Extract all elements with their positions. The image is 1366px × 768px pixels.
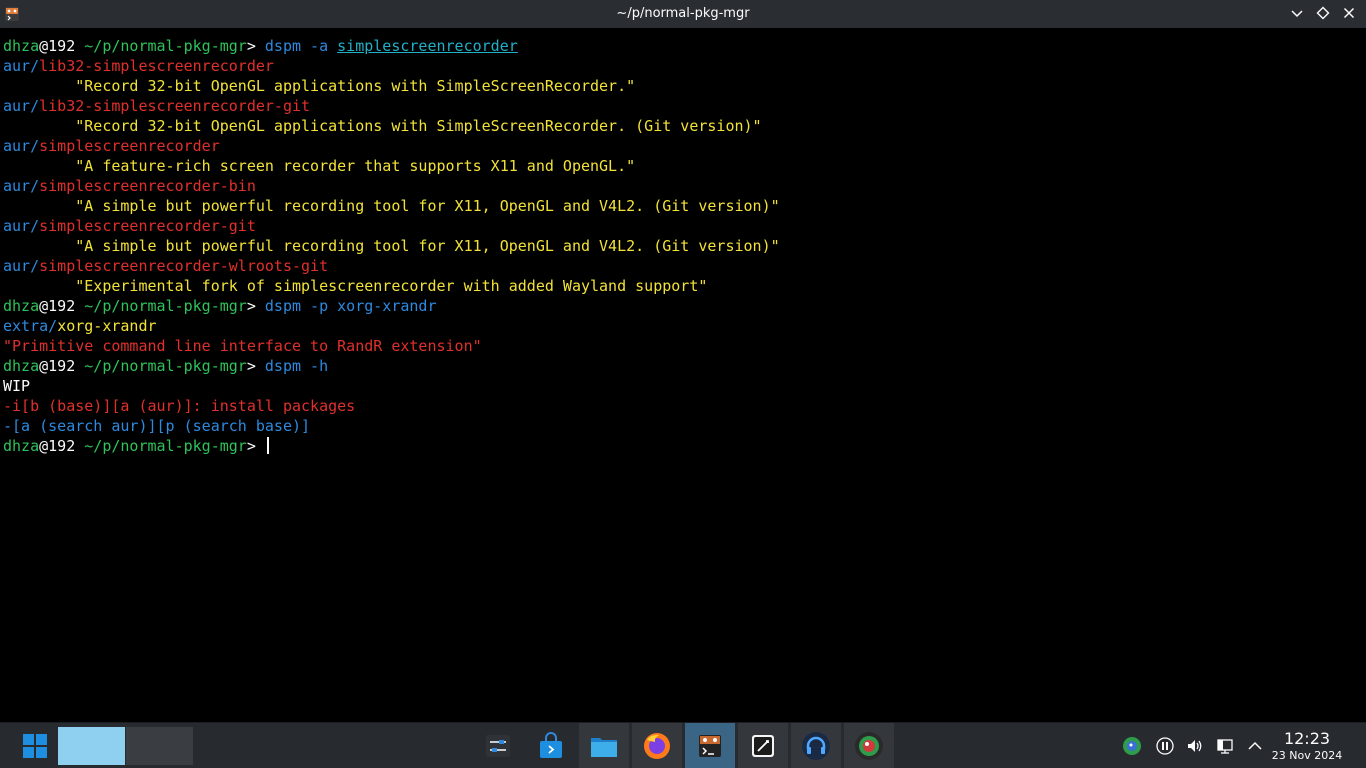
terminal-text-segment: > — [246, 37, 265, 55]
terminal-text-segment: ~/p/normal-pkg-mgr — [84, 297, 247, 315]
system-settings-icon[interactable] — [473, 723, 523, 768]
terminal-text-segment: dhza — [3, 357, 40, 375]
terminal-line: "Record 32-bit OpenGL applications with … — [0, 116, 1366, 136]
text-cursor — [266, 437, 269, 454]
terminal-text-segment: dhza — [3, 437, 40, 455]
terminal-text-segment: @192 — [39, 37, 85, 55]
terminal-text-segment: "A simple but powerful recording tool fo… — [3, 237, 780, 255]
terminal-text-segment: simplescreenrecorder — [337, 37, 518, 55]
terminal-line: "A feature-rich screen recorder that sup… — [0, 156, 1366, 176]
terminal-text-segment: -h — [301, 357, 329, 375]
display-icon[interactable] — [1210, 737, 1240, 755]
terminal-line: aur/simplescreenrecorder-wlroots-git — [0, 256, 1366, 276]
terminal-text-segment: dhza — [3, 37, 40, 55]
terminal-line: WIP — [0, 376, 1366, 396]
terminal-line: "Record 32-bit OpenGL applications with … — [0, 76, 1366, 96]
firefox-icon[interactable] — [632, 723, 682, 768]
terminal-text-segment: aur/ — [3, 97, 40, 115]
terminal-text-segment: "Record 32-bit OpenGL applications with … — [3, 77, 636, 95]
software-store-icon[interactable] — [526, 723, 576, 768]
terminal-line: dhza@192 ~/p/normal-pkg-mgr> dspm -h — [0, 356, 1366, 376]
terminal-line: aur/simplescreenrecorder — [0, 136, 1366, 156]
terminal-text-segment: -a — [301, 37, 338, 55]
terminal-text-segment: -p xorg-xrandr — [301, 297, 437, 315]
network-globe-icon[interactable] — [1120, 736, 1144, 756]
terminal-text-segment: > — [246, 297, 265, 315]
terminal-text-segment: ~/p/normal-pkg-mgr — [84, 357, 247, 375]
terminal-line: dhza@192 ~/p/normal-pkg-mgr> — [0, 436, 1366, 456]
terminal-line: aur/lib32-simplescreenrecorder — [0, 56, 1366, 76]
terminal-text-segment: lib32-simplescreenrecorder-git — [39, 97, 311, 115]
terminal-text-segment: ~/p/normal-pkg-mgr — [84, 37, 247, 55]
terminal-text-segment: simplescreenrecorder — [39, 137, 220, 155]
terminal-text-segment: ~/p/normal-pkg-mgr — [84, 437, 247, 455]
terminal-text-segment: @192 — [39, 357, 85, 375]
window-titlebar[interactable]: ~/p/normal-pkg-mgr — [0, 0, 1366, 28]
terminal-text-segment: @192 — [39, 297, 85, 315]
terminal-text-segment: dspm — [264, 357, 302, 375]
terminal-text-segment: "A feature-rich screen recorder that sup… — [3, 157, 636, 175]
terminal-text-segment: -[a (search aur)][p (search base)] — [3, 417, 311, 435]
terminal-text-segment: "Primitive command line interface to Ran… — [3, 337, 482, 355]
terminal-text-segment: aur/ — [3, 177, 40, 195]
terminal-text-segment: WIP — [3, 377, 31, 395]
terminal-text-segment: aur/ — [3, 217, 40, 235]
terminal-text-segment: lib32-simplescreenrecorder — [39, 57, 274, 75]
terminal-line: "Experimental fork of simplescreenrecord… — [0, 276, 1366, 296]
terminal-text-segment: aur/ — [3, 137, 40, 155]
terminal-line: extra/xorg-xrandr — [0, 316, 1366, 336]
text-editor-icon[interactable] — [738, 723, 788, 768]
terminal-text-segment: dspm — [264, 37, 302, 55]
terminal-text-segment: simplescreenrecorder-git — [39, 217, 256, 235]
terminal-text-segment: aur/ — [3, 257, 40, 275]
terminal-output[interactable]: dhza@192 ~/p/normal-pkg-mgr> dspm -a sim… — [0, 36, 1366, 720]
terminal-line: dhza@192 ~/p/normal-pkg-mgr> dspm -p xor… — [0, 296, 1366, 316]
virtual-desktop-1[interactable] — [58, 727, 125, 765]
lens-app-icon[interactable] — [844, 723, 894, 768]
headphones-app-icon[interactable] — [791, 723, 841, 768]
terminal-text-segment: "A simple but powerful recording tool fo… — [3, 197, 780, 215]
media-pause-icon[interactable] — [1150, 737, 1180, 755]
terminal-line: "A simple but powerful recording tool fo… — [0, 196, 1366, 216]
terminal-line: aur/simplescreenrecorder-git — [0, 216, 1366, 236]
terminal-text-segment: "Experimental fork of simplescreenrecord… — [3, 277, 708, 295]
file-manager-icon[interactable] — [579, 723, 629, 768]
terminal-text-segment: > — [246, 357, 265, 375]
terminal-text-segment: -i[b (base)][a (aur)]: install packages — [3, 397, 356, 415]
terminal-line: aur/lib32-simplescreenrecorder-git — [0, 96, 1366, 116]
terminal-text-segment: aur/ — [3, 57, 40, 75]
terminal-text-segment: dhza — [3, 297, 40, 315]
taskbar: 12:23 23 Nov 2024 — [0, 722, 1366, 768]
terminal-text-segment: dspm — [264, 297, 302, 315]
terminal-line: -i[b (base)][a (aur)]: install packages — [0, 396, 1366, 416]
terminal-text-segment: xorg-xrandr — [57, 317, 157, 335]
terminal-text-segment: simplescreenrecorder-wlroots-git — [39, 257, 329, 275]
terminal-text-segment: @192 — [39, 437, 85, 455]
terminal-line: aur/simplescreenrecorder-bin — [0, 176, 1366, 196]
volume-icon[interactable] — [1180, 737, 1210, 755]
clock-time: 12:23 — [1283, 729, 1331, 748]
terminal-text-segment: "Record 32-bit OpenGL applications with … — [3, 117, 762, 135]
terminal-text-segment: simplescreenrecorder-bin — [39, 177, 256, 195]
window-title: ~/p/normal-pkg-mgr — [616, 6, 750, 21]
terminal-line: -[a (search aur)][p (search base)] — [0, 416, 1366, 436]
terminal-line: "A simple but powerful recording tool fo… — [0, 236, 1366, 256]
terminal-text-segment: > — [246, 437, 265, 455]
close-icon[interactable] — [1338, 2, 1360, 24]
clock[interactable]: 12:23 23 Nov 2024 — [1266, 729, 1348, 763]
terminal-icon[interactable] — [685, 723, 735, 768]
maximize-diamond-icon[interactable] — [1312, 2, 1334, 24]
terminal-line: dhza@192 ~/p/normal-pkg-mgr> dspm -a sim… — [0, 36, 1366, 56]
clock-date: 23 Nov 2024 — [1271, 749, 1343, 762]
windows-start-icon[interactable] — [16, 723, 54, 768]
terminal-line: "Primitive command line interface to Ran… — [0, 336, 1366, 356]
virtual-desktop-2[interactable] — [126, 727, 193, 765]
terminal-text-segment: extra/ — [3, 317, 58, 335]
minimize-chevron-down-icon[interactable] — [1286, 2, 1308, 24]
